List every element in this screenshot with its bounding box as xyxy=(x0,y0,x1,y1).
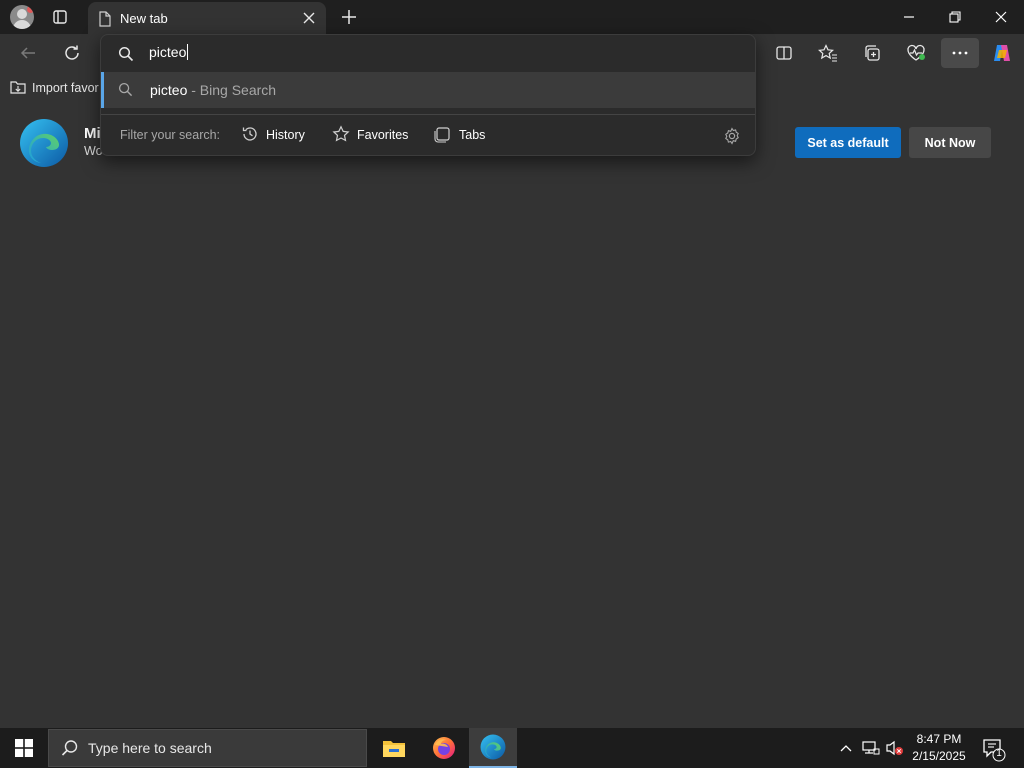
taskbar-search-icon xyxy=(61,739,79,762)
tab-title: New tab xyxy=(120,11,168,26)
minimize-icon[interactable] xyxy=(886,0,932,34)
star-icon xyxy=(332,124,350,146)
tab-new-tab[interactable]: New tab xyxy=(88,2,326,34)
network-icon[interactable] xyxy=(860,728,882,768)
chevron-up-icon[interactable] xyxy=(836,728,856,768)
set-as-default-button[interactable]: Set as default xyxy=(795,127,901,158)
address-input-text: picteo xyxy=(149,44,187,60)
more-options-icon[interactable] xyxy=(941,38,979,68)
notification-count: 1 xyxy=(996,748,1002,759)
volume-muted-icon[interactable] xyxy=(884,728,906,768)
filter-tabs-label: Tabs xyxy=(459,128,486,142)
not-now-button[interactable]: Not Now xyxy=(909,127,991,158)
address-input[interactable]: picteo xyxy=(149,44,189,60)
taskbar-search-placeholder: Type here to search xyxy=(88,740,212,756)
favorites-star-icon[interactable] xyxy=(812,37,844,69)
address-bar-dropdown: picteo picteo - Bing Search Filter your … xyxy=(100,34,756,156)
page-icon xyxy=(98,11,112,32)
suggestion-term: picteo xyxy=(150,82,188,98)
filter-favorites-button[interactable]: Favorites xyxy=(332,124,408,146)
filter-label: Filter your search: xyxy=(120,128,221,142)
tab-actions-icon[interactable] xyxy=(50,7,70,27)
browser-essentials-icon[interactable] xyxy=(900,37,932,69)
file-explorer-icon[interactable] xyxy=(370,728,418,768)
edge-taskbar-icon[interactable] xyxy=(469,728,517,768)
close-window-icon[interactable] xyxy=(978,0,1024,34)
start-windows-icon[interactable] xyxy=(0,728,48,768)
import-favorites-button[interactable]: Import favor xyxy=(10,79,99,97)
split-screen-icon[interactable] xyxy=(768,37,800,69)
suggestion-search-icon xyxy=(118,82,133,102)
suggestion-source: - Bing Search xyxy=(187,82,277,98)
profile-avatar-icon[interactable] xyxy=(10,5,34,29)
system-clock[interactable]: 8:47 PM 2/15/2025 xyxy=(906,731,972,765)
refresh-icon[interactable] xyxy=(56,37,88,69)
firefox-icon[interactable] xyxy=(420,728,468,768)
search-suggestion[interactable]: picteo - Bing Search xyxy=(101,72,755,108)
filter-history-label: History xyxy=(266,128,305,142)
import-folder-icon xyxy=(10,80,26,97)
history-icon xyxy=(241,125,259,146)
edge-logo-icon xyxy=(19,118,69,168)
new-tab-icon[interactable] xyxy=(338,6,360,28)
filter-history-button[interactable]: History xyxy=(241,124,305,146)
banner-title: Mi xyxy=(84,125,101,142)
close-tab-icon[interactable] xyxy=(301,10,317,26)
clock-time: 8:47 PM xyxy=(916,732,962,746)
filter-tabs-button[interactable]: Tabs xyxy=(434,124,485,146)
filter-favorites-label: Favorites xyxy=(357,128,409,142)
collections-icon[interactable] xyxy=(856,37,888,69)
restore-icon[interactable] xyxy=(932,0,978,34)
tabs-icon xyxy=(434,125,452,146)
search-icon xyxy=(118,46,134,67)
search-filter-row: Filter your search: History Favorites Ta… xyxy=(101,116,755,154)
taskbar-search-box[interactable]: Type here to search xyxy=(48,729,367,767)
import-favorites-label: Import favor xyxy=(32,81,99,95)
notification-center-icon[interactable]: 1 xyxy=(980,736,1006,762)
copilot-icon[interactable] xyxy=(986,37,1018,69)
dropdown-divider xyxy=(101,114,755,115)
text-caret xyxy=(187,44,189,60)
clock-date: 2/15/2025 xyxy=(912,749,966,763)
gear-icon[interactable] xyxy=(723,127,741,150)
back-arrow-icon[interactable] xyxy=(12,37,44,69)
